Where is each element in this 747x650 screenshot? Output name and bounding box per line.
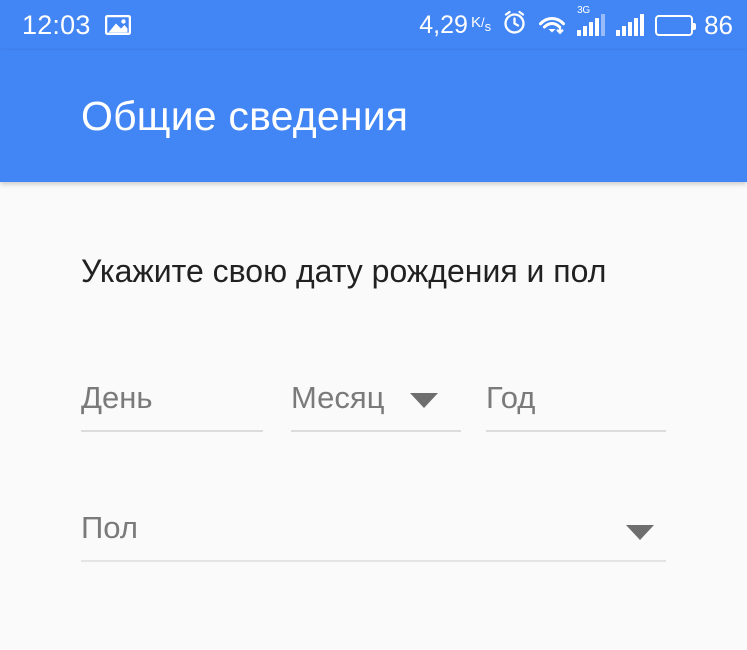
- month-select[interactable]: Месяц: [291, 382, 461, 432]
- year-input-placeholder: Год: [486, 380, 536, 415]
- day-input[interactable]: День: [81, 382, 263, 432]
- network-speed-indicator: 4,29 K/s: [419, 10, 491, 39]
- gender-select-placeholder: Пол: [81, 510, 138, 545]
- signal-bar: [583, 26, 588, 36]
- signal-bar: [601, 14, 606, 36]
- wifi-download-icon: [538, 11, 566, 40]
- battery-percent-label: 86: [704, 10, 733, 40]
- alarm-clock-icon: [502, 10, 527, 40]
- network-speed-unit-s: s: [484, 18, 492, 34]
- signal-bar: [628, 22, 633, 36]
- status-bar: 12:03 4,29 K/s 3G 86: [0, 0, 747, 50]
- status-bar-right: 4,29 K/s 3G 86: [419, 6, 733, 40]
- network-speed-value: 4,29: [419, 10, 468, 39]
- signal-bar: [634, 18, 639, 36]
- signal-bar: [589, 22, 594, 36]
- gender-select[interactable]: Пол: [81, 512, 666, 562]
- screenshot-icon: [104, 14, 131, 36]
- signal-bar: [577, 30, 582, 36]
- signal-bar: [595, 18, 600, 36]
- signal-bar: [640, 14, 645, 36]
- battery-icon: [655, 14, 697, 36]
- year-input[interactable]: Год: [486, 382, 666, 432]
- form-content: Укажите свою дату рождения и пол День Ме…: [0, 182, 747, 650]
- sim1-signal-bars-icon: 3G: [577, 6, 606, 36]
- sim1-network-type-label: 3G: [577, 5, 590, 16]
- birth-date-row: День Месяц Год: [81, 382, 666, 432]
- app-bar: Общие сведения: [0, 50, 747, 182]
- form-subtitle: Укажите свою дату рождения и пол: [81, 253, 607, 289]
- network-speed-unit: K/s: [470, 13, 491, 33]
- sim2-signal-bars-icon: [616, 14, 645, 36]
- month-select-placeholder: Месяц: [291, 380, 385, 415]
- day-input-placeholder: День: [81, 380, 153, 415]
- status-bar-left: 12:03: [22, 9, 131, 40]
- network-speed-unit-k: K: [470, 13, 481, 31]
- chevron-down-icon: [626, 525, 654, 540]
- chevron-down-icon: [410, 393, 438, 408]
- status-bar-clock: 12:03: [22, 9, 91, 40]
- signal-bar: [616, 30, 621, 36]
- page-title: Общие сведения: [81, 92, 409, 139]
- signal-bar: [622, 26, 627, 36]
